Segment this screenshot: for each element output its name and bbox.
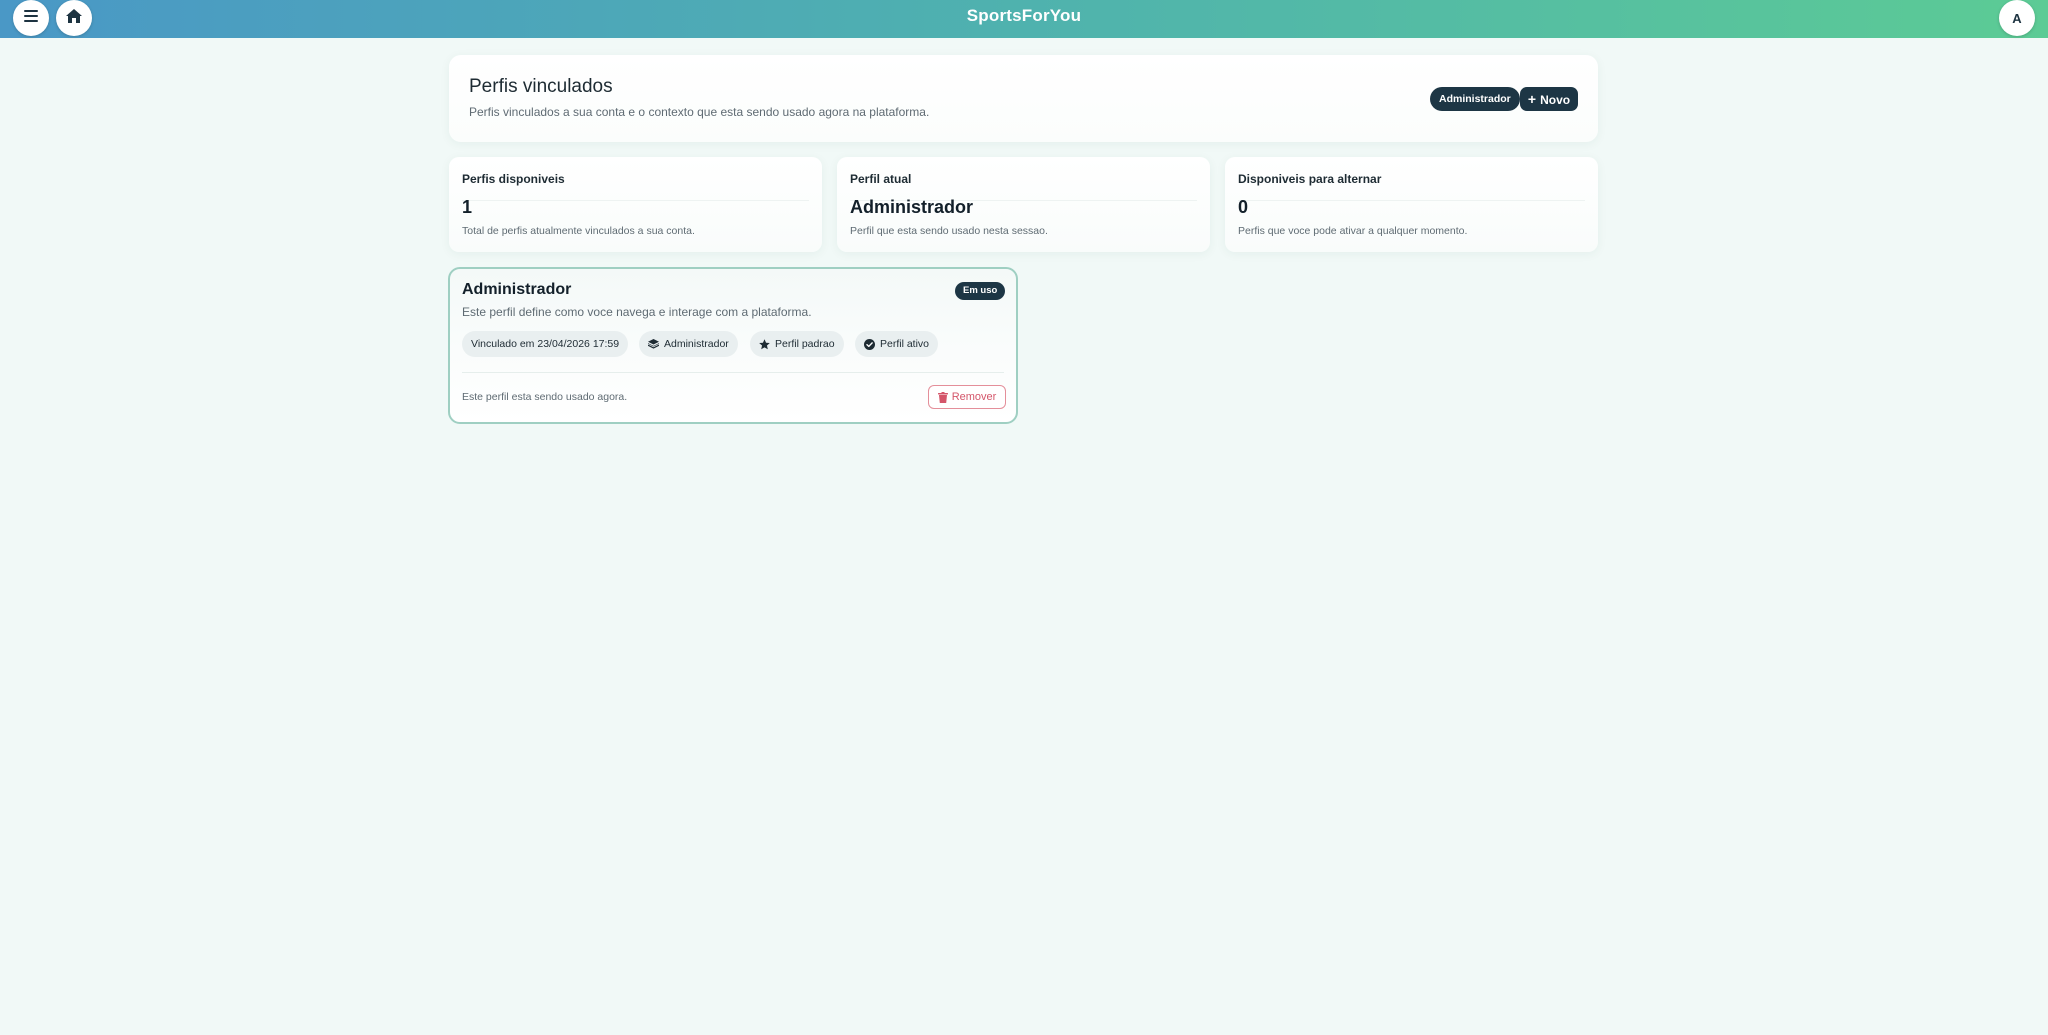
stat-card-switchable-profiles: Disponiveis para alternar 0 Perfis que v… xyxy=(1225,157,1598,252)
role-chip: Administrador xyxy=(639,331,738,357)
profile-name: Administrador xyxy=(462,281,572,298)
new-profile-button-label: Novo xyxy=(1540,93,1571,107)
page-title: Perfis vinculados xyxy=(469,76,613,97)
remove-profile-button[interactable]: Remover xyxy=(928,385,1006,409)
stat-card-current-profile: Perfil atual Administrador Perfil que es… xyxy=(837,157,1210,252)
star-icon xyxy=(759,338,770,350)
stat-label: Perfil atual xyxy=(850,172,912,186)
divider xyxy=(1238,200,1585,201)
stat-value: 0 xyxy=(1238,197,1249,217)
stat-description: Total de perfis atualmente vinculados a … xyxy=(462,225,695,237)
default-profile-chip: Perfil padrao xyxy=(750,331,844,357)
chip-label: Administrador xyxy=(664,338,729,350)
chip-label: Vinculado em 23/04/2026 17:59 xyxy=(471,338,620,350)
linked-date-chip: Vinculado em 23/04/2026 17:59 xyxy=(462,331,629,357)
new-profile-button[interactable]: + Novo xyxy=(1520,87,1578,111)
check-circle-icon xyxy=(864,338,875,350)
chip-label: Perfil padrao xyxy=(775,338,835,350)
stat-label: Perfis disponiveis xyxy=(462,172,565,186)
stat-description: Perfis que voce pode ativar a qualquer m… xyxy=(1238,225,1468,237)
page-subtitle: Perfis vinculados a sua conta e o contex… xyxy=(469,105,930,119)
stat-value: Administrador xyxy=(850,197,974,217)
page-header-card: Perfis vinculados Perfis vinculados a su… xyxy=(449,55,1598,142)
layers-icon xyxy=(648,338,659,350)
in-use-badge: Em uso xyxy=(955,282,1006,300)
profile-footer-text: Este perfil esta sendo usado agora. xyxy=(462,391,628,403)
plus-icon: + xyxy=(1527,91,1537,107)
profile-card-administrador[interactable]: Administrador Em uso Este perfil define … xyxy=(448,267,1018,424)
stat-description: Perfil que esta sendo usado nesta sessao… xyxy=(850,225,1048,237)
app-title: SportsForYou xyxy=(966,6,1082,25)
divider xyxy=(462,200,809,201)
top-bar: SportsForYou A xyxy=(0,0,2048,38)
current-role-badge: Administrador xyxy=(1430,87,1520,111)
chip-label: Perfil ativo xyxy=(880,338,930,350)
remove-button-label: Remover xyxy=(951,391,997,403)
stat-value: 1 xyxy=(462,197,473,217)
user-avatar-button[interactable]: A xyxy=(1999,0,2035,36)
profile-description: Este perfil define como voce navega e in… xyxy=(462,305,812,319)
divider xyxy=(462,372,1004,373)
stat-card-available-profiles: Perfis disponiveis 1 Total de perfis atu… xyxy=(449,157,822,252)
active-profile-chip: Perfil ativo xyxy=(855,331,939,357)
trash-icon xyxy=(937,391,948,403)
stat-label: Disponiveis para alternar xyxy=(1238,172,1382,186)
